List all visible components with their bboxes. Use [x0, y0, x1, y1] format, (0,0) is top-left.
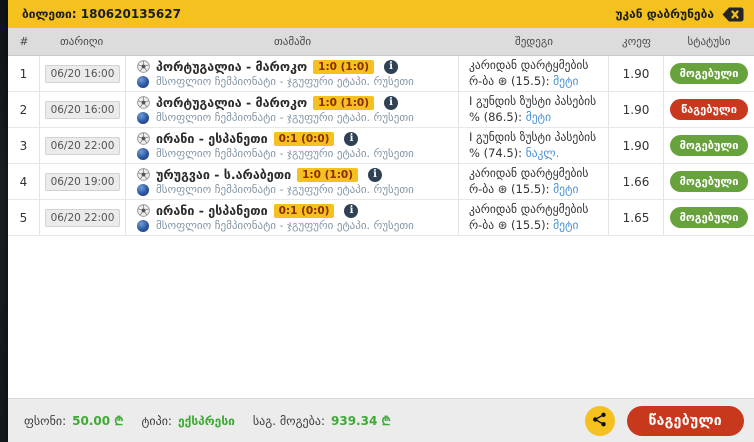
table-body: 1 06/20 16:00 პორტუგალია - მაროკო 1:0 (1… — [8, 56, 754, 237]
topbar: ბილეთი: 180620135627 უკან დაბრუნება — [8, 0, 754, 28]
row-number: 5 — [8, 200, 40, 236]
possible-win-group: საგ. მოგება: 939.34 ₾ — [253, 412, 391, 429]
bet-type-group: ტიპი: ექსპრესი — [142, 414, 235, 428]
soccer-ball-icon — [136, 60, 150, 73]
table-row: 4 06/20 19:00 ურუგვაი - ს.არაბეთი 1:0 (1… — [8, 164, 754, 201]
stake-value: 50.00 ₾ — [72, 414, 124, 428]
table-row: 1 06/20 16:00 პორტუგალია - მაროკო 1:0 (1… — [8, 56, 754, 93]
league-name: მსოფლიო ჩემპიონატი - ჯგუფური ეტაპი. რუსე… — [156, 219, 414, 233]
match-name: პორტუგალია - მაროკო — [156, 95, 308, 111]
column-header-game: თამაში — [273, 35, 312, 48]
league-name: მსოფლიო ჩემპიონატი - ჯგუფური ეტაპი. რუსე… — [156, 75, 414, 89]
match-date: 06/20 22:00 — [44, 208, 121, 227]
league-icon — [136, 147, 150, 160]
bet-market: კარიდან დარტყმების რ-ბა ⊛ (15.5): მეტი — [469, 166, 589, 196]
soccer-ball-icon — [136, 204, 150, 217]
back-label: უკან დაბრუნება — [615, 7, 714, 21]
column-header-num: # — [19, 35, 29, 48]
share-icon — [592, 412, 607, 430]
column-header-date: თარიღი — [60, 35, 104, 48]
ticket-status-button[interactable]: წაგებული — [626, 405, 744, 436]
score-badge: 0:1 (0:0) — [273, 203, 335, 218]
backspace-icon — [722, 7, 744, 22]
bet-market: I გუნდის ზუსტი პასების % (74.5): ნაკლ. — [469, 130, 597, 160]
status-badge: მოგებული — [669, 207, 749, 229]
game-cell: ურუგვაი - ს.არაბეთი 1:0 (1:0) i მსოფლიო … — [126, 164, 459, 200]
game-cell: ირანი - ესპანეთი 0:1 (0:0) i მსოფლიო ჩემ… — [126, 200, 459, 236]
info-icon[interactable]: i — [384, 59, 399, 74]
coefficient: 1.90 — [609, 56, 664, 92]
match-date: 06/20 19:00 — [44, 172, 121, 191]
score-badge: 1:0 (1:0) — [313, 59, 375, 74]
soccer-ball-icon — [136, 168, 150, 181]
table-row: 3 06/20 22:00 ირანი - ესპანეთი 0:1 (0:0)… — [8, 128, 754, 165]
coefficient: 1.66 — [609, 164, 664, 200]
game-cell: პორტუგალია - მაროკო 1:0 (1:0) i მსოფლიო … — [126, 56, 459, 92]
bet-market: კარიდან დარტყმების რ-ბა ⊛ (15.5): მეტი — [469, 58, 589, 88]
possible-win-label: საგ. მოგება: — [252, 414, 325, 428]
score-badge: 0:1 (0:0) — [273, 131, 335, 146]
stake-group: ფსონი: 50.00 ₾ — [24, 412, 124, 429]
bet-type-label: ტიპი: — [141, 413, 172, 428]
match-name: პორტუგალია - მაროკო — [156, 59, 308, 75]
game-cell: პორტუგალია - მაროკო 1:0 (1:0) i მსოფლიო … — [126, 92, 459, 128]
column-header-result: შედეგი — [515, 35, 553, 48]
status-badge: მოგებული — [669, 135, 749, 157]
bet-pick: მეტი — [553, 217, 579, 232]
table-row: 2 06/20 16:00 პორტუგალია - მაროკო 1:0 (1… — [8, 92, 754, 129]
share-button[interactable] — [584, 405, 615, 436]
status-badge: წაგებული — [670, 99, 748, 121]
match-date: 06/20 16:00 — [44, 100, 121, 119]
info-icon[interactable]: i — [344, 203, 359, 218]
bet-pick: მეტი — [525, 109, 552, 124]
back-button[interactable]: უკან დაბრუნება — [615, 7, 744, 22]
row-number: 2 — [8, 92, 40, 128]
game-cell: ირანი - ესპანეთი 0:1 (0:0) i მსოფლიო ჩემ… — [126, 128, 459, 164]
soccer-ball-icon — [136, 96, 150, 109]
bet-type-value: ექსპრესი — [177, 413, 235, 428]
footer-actions: წაგებული — [584, 405, 744, 436]
bet-market: I გუნდის ზუსტი პასების % (86.5): მეტი — [469, 94, 597, 124]
score-badge: 1:0 (1:0) — [313, 95, 375, 110]
bet-pick: მეტი — [553, 73, 579, 88]
league-name: მსოფლიო ჩემპიონატი - ჯგუფური ეტაპი. რუსე… — [156, 183, 414, 197]
status-badge: მოგებული — [669, 171, 749, 193]
info-icon[interactable]: i — [344, 131, 359, 146]
row-number: 3 — [8, 128, 40, 164]
bet-pick: მეტი — [553, 181, 579, 196]
league-icon — [136, 183, 150, 196]
status-badge: მოგებული — [669, 63, 749, 85]
ticket-number: ბილეთი: 180620135627 — [22, 7, 181, 21]
coefficient: 1.65 — [609, 200, 664, 236]
league-icon — [136, 111, 150, 124]
footer: ფსონი: 50.00 ₾ ტიპი: ექსპრესი საგ. მოგებ… — [8, 398, 754, 442]
table-row: 5 06/20 22:00 ირანი - ესპანეთი 0:1 (0:0)… — [8, 200, 754, 237]
match-date: 06/20 16:00 — [44, 64, 121, 83]
league-name: მსოფლიო ჩემპიონატი - ჯგუფური ეტაპი. რუსე… — [156, 147, 414, 161]
info-icon[interactable]: i — [368, 167, 382, 182]
league-icon — [136, 75, 150, 88]
soccer-ball-icon — [136, 132, 150, 145]
column-header-status: სტატუსი — [687, 35, 731, 48]
info-icon[interactable]: i — [384, 95, 399, 110]
row-number: 4 — [8, 164, 40, 200]
row-number: 1 — [8, 56, 40, 92]
match-name: ურუგვაი - ს.არაბეთი — [156, 167, 292, 183]
coefficient: 1.90 — [609, 128, 664, 164]
coefficient: 1.90 — [609, 92, 664, 128]
bet-pick: ნაკლ. — [525, 145, 560, 160]
stake-label: ფსონი: — [24, 414, 67, 428]
table-header: # თარიღი თამაში შედეგი კოეფ სტატუსი — [8, 28, 754, 56]
possible-win-value: 939.34 ₾ — [331, 414, 391, 428]
league-name: მსოფლიო ჩემპიონატი - ჯგუფური ეტაპი. რუსე… — [156, 111, 414, 125]
match-name: ირანი - ესპანეთი — [156, 131, 268, 147]
score-badge: 1:0 (1:0) — [297, 167, 358, 182]
empty-area — [8, 236, 754, 398]
league-icon — [136, 219, 150, 232]
bet-market: კარიდან დარტყმების რ-ბა ⊛ (15.5): მეტი — [469, 202, 589, 232]
column-header-coef: კოეფ — [622, 35, 651, 48]
ticket-modal: ბილეთი: 180620135627 უკან დაბრუნება # თა… — [8, 0, 754, 442]
match-date: 06/20 22:00 — [44, 136, 121, 155]
match-name: ირანი - ესპანეთი — [156, 203, 268, 219]
